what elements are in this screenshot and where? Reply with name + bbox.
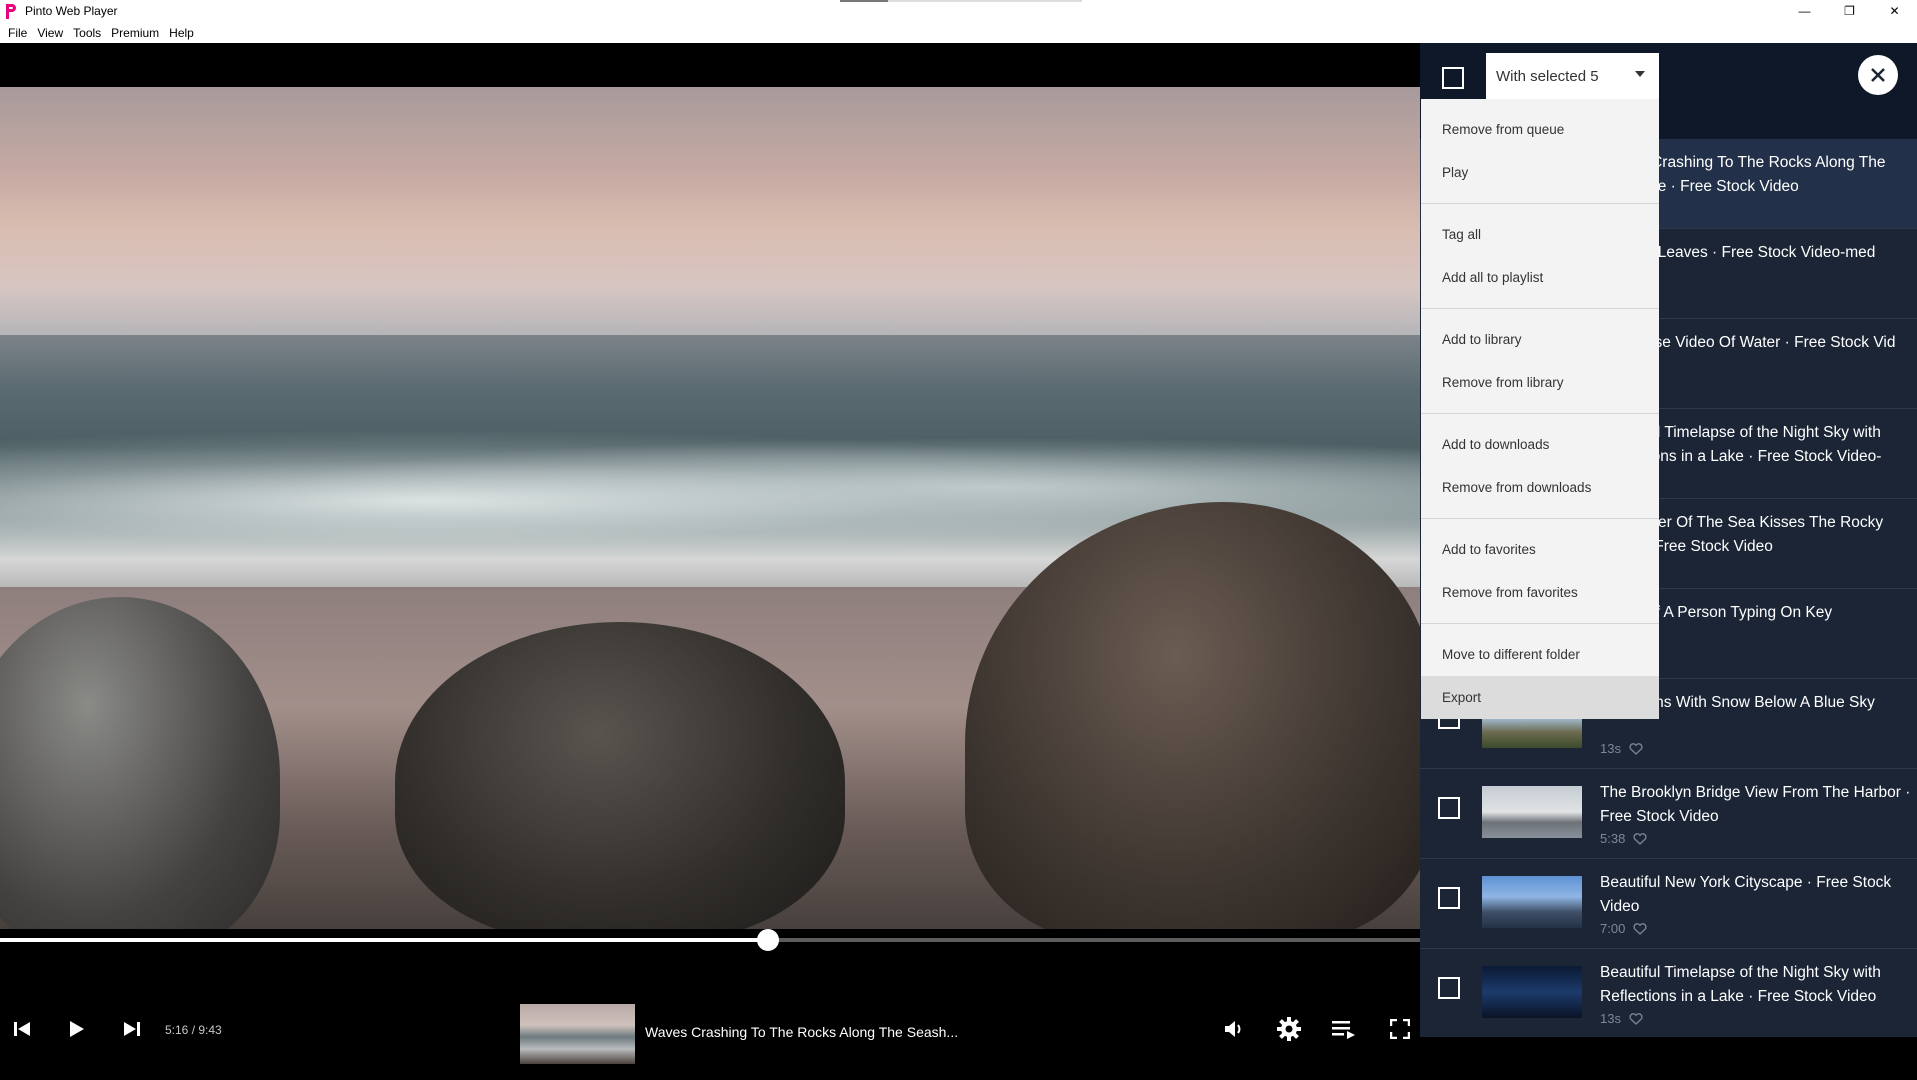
menu-export[interactable]: Export: [1421, 676, 1659, 719]
gear-icon: [1277, 1017, 1301, 1041]
minimize-button[interactable]: —: [1782, 0, 1827, 22]
queue-item-meta: 13s: [1600, 741, 1643, 756]
queue-item-meta: 7:00: [1600, 921, 1647, 936]
menu-tools[interactable]: Tools: [68, 26, 106, 40]
queue-item-duration: 7:00: [1600, 921, 1626, 936]
menu-file[interactable]: File: [3, 26, 32, 40]
skip-next-icon: [124, 1022, 140, 1036]
queue-button[interactable]: [1330, 1015, 1358, 1043]
video-frame[interactable]: [0, 87, 1420, 929]
time-display: 5:16 / 9:43: [165, 1023, 222, 1037]
menu-add-to-favorites[interactable]: Add to favorites: [1421, 528, 1659, 571]
menu-add-to-library[interactable]: Add to library: [1421, 318, 1659, 361]
menu-group: Add to favorites Remove from favorites: [1421, 519, 1659, 624]
player-controls: 5:16 / 9:43 Waves Crashing To The Rocks …: [0, 985, 1420, 1080]
with-selected-dropdown[interactable]: With selected 5: [1486, 53, 1659, 99]
queue-item-title: Beautiful New York Cityscape · Free Stoc…: [1600, 874, 1892, 915]
menu-help[interactable]: Help: [164, 26, 199, 40]
caret-down-icon: [1635, 71, 1645, 77]
now-playing-title: Waves Crashing To The Rocks Along The Se…: [645, 1024, 959, 1040]
next-track-button[interactable]: [118, 1015, 146, 1043]
menu-premium[interactable]: Premium: [106, 26, 164, 40]
menu-group: Move to different folder Export: [1421, 624, 1659, 719]
menu-group: Remove from queue Play: [1421, 99, 1659, 204]
app-title: Pinto Web Player: [25, 4, 118, 18]
play-button[interactable]: [62, 1015, 90, 1043]
queue-item-thumbnail: [1482, 876, 1582, 928]
menu-view[interactable]: View: [32, 26, 68, 40]
close-window-button[interactable]: ✕: [1872, 0, 1917, 22]
title-drag-indicator: [840, 0, 1082, 2]
seek-bar-handle[interactable]: [757, 929, 780, 951]
settings-button[interactable]: [1275, 1015, 1303, 1043]
queue-item-checkbox[interactable]: [1438, 887, 1460, 909]
with-selected-label: With selected 5: [1496, 67, 1599, 85]
menu-move-to-different-folder[interactable]: Move to different folder: [1421, 633, 1659, 676]
menu-remove-from-library[interactable]: Remove from library: [1421, 361, 1659, 404]
queue-item-meta: 13s: [1600, 1011, 1643, 1026]
queue-item-meta: 5:38: [1600, 831, 1647, 846]
menu-group: Add to downloads Remove from downloads: [1421, 414, 1659, 519]
queue-item-thumbnail: [1482, 786, 1582, 838]
bulk-action-menu: Remove from queue Play Tag all Add all to p…: [1421, 99, 1659, 719]
menu-group: Add to library Remove from library: [1421, 309, 1659, 414]
seek-bar[interactable]: [0, 929, 1420, 951]
restore-button[interactable]: ❐: [1827, 0, 1872, 22]
queue-item-title: The Brooklyn Bridge View From The Harbor…: [1600, 784, 1911, 825]
skip-previous-icon: [14, 1022, 30, 1036]
close-icon: [1871, 68, 1885, 82]
select-all-checkbox[interactable]: [1442, 67, 1464, 89]
fullscreen-icon: [1390, 1019, 1410, 1039]
menu-tag-all[interactable]: Tag all: [1421, 213, 1659, 256]
queue-item[interactable]: Beautiful Timelapse of the Night Sky wit…: [1420, 949, 1917, 1037]
menu-bar: File View Tools Premium Help: [0, 22, 1917, 43]
menu-add-all-to-playlist[interactable]: Add all to playlist: [1421, 256, 1659, 299]
favorite-heart-icon[interactable]: [1629, 742, 1643, 756]
menu-play[interactable]: Play: [1421, 151, 1659, 194]
previous-track-button[interactable]: [8, 1015, 36, 1043]
volume-button[interactable]: [1220, 1015, 1248, 1043]
play-icon: [70, 1021, 84, 1037]
queue-item-thumbnail: [1482, 966, 1582, 1018]
fullscreen-button[interactable]: [1386, 1015, 1414, 1043]
title-bar: Pinto Web Player — ❐ ✕: [0, 0, 1917, 22]
favorite-heart-icon[interactable]: [1633, 832, 1647, 846]
queue-item-checkbox[interactable]: [1438, 977, 1460, 999]
menu-remove-from-downloads[interactable]: Remove from downloads: [1421, 466, 1659, 509]
menu-add-to-downloads[interactable]: Add to downloads: [1421, 423, 1659, 466]
app-logo-icon: [5, 3, 19, 19]
menu-group: Tag all Add all to playlist: [1421, 204, 1659, 309]
queue-item[interactable]: Beautiful New York Cityscape · Free Stoc…: [1420, 859, 1917, 949]
favorite-heart-icon[interactable]: [1633, 922, 1647, 936]
queue-item[interactable]: The Brooklyn Bridge View From The Harbor…: [1420, 769, 1917, 859]
close-queue-button[interactable]: [1858, 55, 1898, 95]
seek-bar-fill: [0, 938, 769, 942]
favorite-heart-icon[interactable]: [1629, 1012, 1643, 1026]
queue-item-duration: 13s: [1600, 741, 1621, 756]
queue-item-checkbox[interactable]: [1438, 797, 1460, 819]
menu-remove-from-queue[interactable]: Remove from queue: [1421, 108, 1659, 151]
queue-item-duration: 5:38: [1600, 831, 1626, 846]
queue-item-duration: 13s: [1600, 1011, 1621, 1026]
video-player: 5:16 / 9:43 Waves Crashing To The Rocks …: [0, 43, 1420, 1064]
now-playing-thumbnail: [520, 1004, 635, 1064]
queue-item-title: Beautiful Timelapse of the Night Sky wit…: [1600, 964, 1881, 1005]
menu-remove-from-favorites[interactable]: Remove from favorites: [1421, 571, 1659, 614]
